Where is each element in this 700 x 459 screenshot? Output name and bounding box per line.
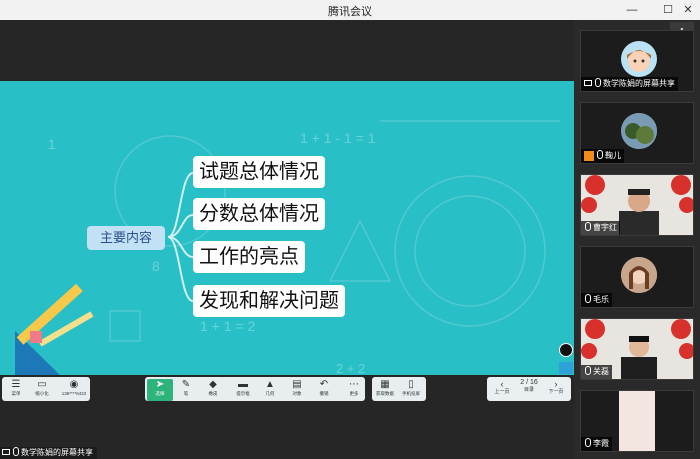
toolbar-eraser-button[interactable]: ◆ 橡皮 (200, 379, 226, 401)
more-icon: ⋯ (349, 379, 359, 390)
toolbar-undo-button[interactable]: ↶ 撤销 (311, 379, 337, 401)
participant-tile[interactable]: 李霞 (580, 390, 694, 452)
chevron-right-icon: › (554, 379, 558, 389)
mindmap-branch-1[interactable]: 试题总体情况 (193, 156, 325, 188)
phone-icon: ▯ (408, 379, 414, 390)
window-title: 腾讯会议 (328, 6, 372, 18)
cursor-icon: ➤ (155, 379, 165, 390)
toolbar-phone-button[interactable]: ▯ 手机投屏 (398, 379, 424, 401)
toolbar-user-button[interactable]: ◉ 136****6422 (57, 379, 91, 401)
pointer-tool-icon[interactable] (559, 343, 573, 357)
slide-canvas: 1 + 1 - 1 = 1 1 + 1 = 2 2 + 2 1 8 主要内容 试… (0, 81, 574, 375)
chevron-left-icon: ‹ (500, 379, 504, 389)
mindmap-branch-4[interactable]: 发现和解决问题 (193, 285, 345, 317)
object-icon: ▤ (292, 379, 302, 390)
bubble-icon: ▬ (238, 379, 248, 390)
participant-name: 数学陈娟的屏幕共享 (603, 79, 675, 88)
participant-video (619, 391, 655, 451)
photo-avatar (621, 113, 657, 149)
mic-icon (13, 447, 19, 456)
participant-tile[interactable]: 毛乐 (580, 246, 694, 308)
participant-name: 关磊 (593, 367, 609, 376)
user-avatar-icon: ◉ (69, 379, 79, 390)
menu-icon: ☰ (11, 379, 21, 390)
toolbar-pen-button[interactable]: ✎ 笔 (173, 379, 199, 401)
toolbar-select-button[interactable]: ➤ 选择 (147, 379, 173, 401)
minimize-board-icon: ▭ (37, 379, 47, 390)
eraser-icon: ◆ (209, 379, 217, 390)
next-page-button[interactable]: › 下一页 (545, 379, 567, 396)
maximize-icon[interactable]: ☐ (660, 2, 676, 18)
undo-icon: ↶ (319, 379, 329, 390)
page-navigator: ‹ 上一页 2 / 16 目录 › 下一页 (487, 377, 571, 401)
bg-math-3: 2 + 2 (336, 361, 365, 375)
share-screen-icon (2, 449, 10, 455)
user-icon (584, 150, 594, 161)
stationery-illustration (15, 283, 94, 375)
participant-name: 曹宇红 (593, 223, 617, 232)
mic-icon (585, 294, 591, 303)
mic-icon (585, 438, 591, 447)
mic-icon (595, 78, 601, 87)
participant-tile[interactable]: 曹宇红 (580, 174, 694, 236)
toolbar-bubble-button[interactable]: ▬ 提示框 (230, 379, 256, 401)
chat-tool-icon[interactable] (559, 362, 573, 374)
pen-icon: ✎ (181, 379, 191, 390)
toolbar-menu-button[interactable]: ☰ 菜单 (3, 379, 29, 401)
participant-name: 毛乐 (593, 295, 609, 304)
shape-icon: ▲ (265, 379, 275, 390)
bg-math-5: 8 (152, 258, 160, 274)
screen-share-label: 数学陈娟的屏幕共享 (0, 447, 97, 459)
close-icon[interactable]: ✕ (680, 2, 696, 18)
mindmap-main-node[interactable]: 主要内容 (87, 226, 165, 250)
toolbar-more-button[interactable]: ⋯ 更多 (341, 379, 367, 401)
participant-tile[interactable]: 鞠儿 (580, 102, 694, 164)
photo-avatar (621, 257, 657, 293)
mic-icon (597, 150, 603, 159)
toolbar-object-button[interactable]: ▤ 对象 (284, 379, 310, 401)
participant-tile[interactable]: 数学陈娟的屏幕共享 (580, 30, 694, 92)
participant-name: 鞠儿 (605, 151, 621, 160)
bg-math-2: 1 + 1 = 2 (200, 318, 255, 334)
mic-icon (585, 222, 591, 231)
share-screen-icon (584, 80, 592, 86)
page-indicator: 2 / 16 目录 (520, 379, 538, 393)
data-icon: ▦ (380, 379, 390, 390)
toolbar-data-button[interactable]: ▦ 获取数据 (372, 379, 398, 401)
participant-tile[interactable]: 关磊 (580, 318, 694, 380)
cartoon-avatar (621, 41, 657, 77)
mic-icon (585, 366, 591, 375)
bg-math-1: 1 + 1 - 1 = 1 (300, 130, 376, 146)
bg-math-4: 1 (48, 136, 56, 152)
prev-page-button[interactable]: ‹ 上一页 (491, 379, 513, 396)
participant-name: 李霞 (593, 439, 609, 448)
mindmap-branch-3[interactable]: 工作的亮点 (193, 241, 305, 273)
minimize-icon[interactable]: — (624, 2, 640, 18)
mindmap-branch-2[interactable]: 分数总体情况 (193, 198, 325, 230)
toolbar-shape-button[interactable]: ▲ 几何 (257, 379, 283, 401)
title-bar: 腾讯会议 — ☐ ✕ (0, 0, 700, 20)
toolbar-minimize-board-button[interactable]: ▭ 缩小化 (29, 379, 55, 401)
